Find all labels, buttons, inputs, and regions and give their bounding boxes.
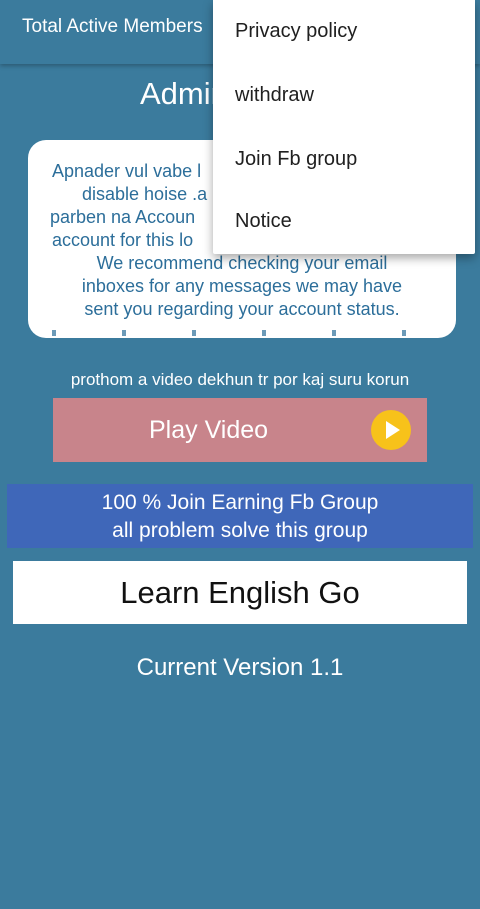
play-video-button[interactable]: Play Video (53, 398, 427, 462)
version-text: Current Version 1.1 (136, 654, 344, 681)
fb-group-line2: all problem solve this group (112, 519, 368, 542)
active-members-title: Total Active Members (22, 16, 203, 37)
play-video-label: Play Video (149, 416, 269, 444)
menu-item-withdraw[interactable]: withdraw (213, 64, 475, 128)
fb-group-line1: 100 % Join Earning Fb Group (101, 491, 379, 514)
notice-line: We recommend checking your email (96, 253, 388, 273)
notice-line: inboxes for any messages we may have (81, 276, 403, 296)
menu-item-join-fb-group[interactable]: Join Fb group (213, 128, 475, 192)
learn-english-button[interactable]: Learn English Go (13, 561, 467, 624)
join-fb-group-banner[interactable]: 100 % Join Earning Fb Group all problem … (7, 484, 473, 548)
overflow-menu: Privacy policy withdraw Join Fb group No… (213, 0, 475, 254)
menu-item-label: Notice (235, 210, 292, 232)
instruction-text: prothom a video dekhun tr por kaj suru k… (70, 370, 410, 389)
menu-item-label: Privacy policy (235, 20, 358, 42)
menu-item-label: withdraw (235, 84, 314, 106)
notice-overflow-fade (52, 330, 432, 336)
play-circle-icon (371, 410, 411, 450)
notice-line: sent you regarding your account status. (84, 299, 400, 319)
menu-item-privacy-policy[interactable]: Privacy policy (213, 0, 475, 64)
menu-item-notice[interactable]: Notice (213, 190, 475, 254)
menu-item-label: Join Fb group (235, 148, 358, 170)
